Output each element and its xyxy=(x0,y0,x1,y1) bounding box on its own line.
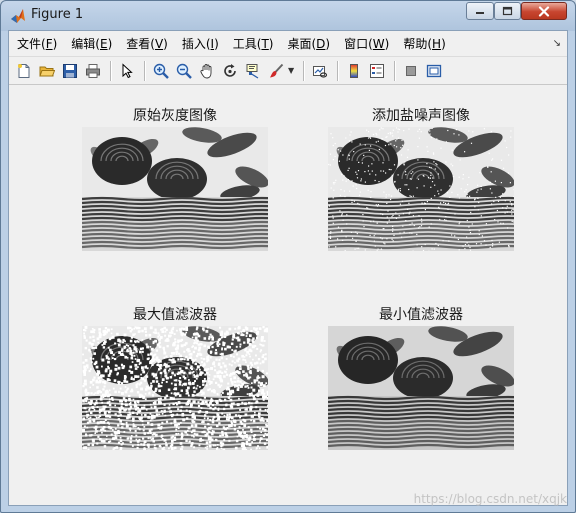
close-button[interactable] xyxy=(521,2,567,20)
menu-help[interactable]: 帮助(H) xyxy=(396,34,452,54)
subplot-image-min-filter[interactable] xyxy=(328,326,514,450)
data-cursor-button[interactable] xyxy=(242,60,264,82)
minimize-icon xyxy=(476,12,484,14)
figure-window: Figure 1 文件(F) 编辑(E) 查看(V) 插入(I) 工具(T) 桌… xyxy=(0,0,576,513)
select-arrow-icon xyxy=(122,62,133,78)
maximize-icon xyxy=(502,6,513,16)
menu-file[interactable]: 文件(F) xyxy=(9,34,64,54)
save-button[interactable] xyxy=(59,60,81,82)
watermark-text: https://blog.csdn.net/xqjk xyxy=(413,492,567,506)
menu-view[interactable]: 查看(V) xyxy=(119,34,175,54)
zoom-in-button[interactable] xyxy=(150,60,172,82)
subplot-image-original[interactable] xyxy=(82,127,268,251)
minimize-button[interactable] xyxy=(466,2,494,20)
close-icon xyxy=(538,5,550,17)
menu-window[interactable]: 窗口(W) xyxy=(337,34,396,54)
zoom-out-button[interactable] xyxy=(173,60,195,82)
save-icon xyxy=(63,63,77,78)
toolbar-separator xyxy=(144,60,145,81)
print-icon xyxy=(86,63,100,78)
subplot-image-max-filter[interactable] xyxy=(82,326,268,450)
colorbar-button[interactable] xyxy=(343,60,365,82)
zoom-out-icon xyxy=(176,63,192,79)
brush-dropdown-icon[interactable]: ▼ xyxy=(288,66,296,75)
show-plot-tools-icon xyxy=(426,64,442,77)
colorbar-icon xyxy=(350,63,358,78)
menu-edit[interactable]: 编辑(E) xyxy=(64,34,119,54)
link-plot-button[interactable] xyxy=(309,60,331,82)
brush-icon xyxy=(270,63,284,77)
print-button[interactable] xyxy=(82,60,104,82)
edit-plot-button[interactable] xyxy=(116,60,138,82)
menu-desktop[interactable]: 桌面(D) xyxy=(280,34,337,54)
hide-plot-tools-icon xyxy=(406,65,416,76)
subplot-image-salt-noise[interactable] xyxy=(328,127,514,251)
subplot-title-original: 原始灰度图像 xyxy=(133,108,217,124)
toolbar-separator xyxy=(110,60,111,81)
dock-arrow-icon[interactable]: ↘ xyxy=(553,38,561,49)
brush-button[interactable] xyxy=(265,60,287,82)
legend-icon xyxy=(370,63,384,78)
toolbar-separator xyxy=(394,60,395,81)
show-plot-tools-button[interactable] xyxy=(423,60,445,82)
zoom-in-icon xyxy=(153,63,169,79)
pan-button[interactable] xyxy=(196,60,218,82)
pan-hand-icon xyxy=(200,63,212,78)
title-bar[interactable]: Figure 1 xyxy=(1,1,575,29)
figure-toolbar: ▼ xyxy=(9,56,567,85)
subplot-title-min-filter: 最小值滤波器 xyxy=(379,307,463,323)
window-title: Figure 1 xyxy=(31,7,84,22)
legend-button[interactable] xyxy=(366,60,388,82)
open-folder-icon xyxy=(39,66,55,76)
subplot-title-max-filter: 最大值滤波器 xyxy=(133,307,217,323)
rotate-3d-icon xyxy=(224,63,236,77)
hide-plot-tools-button[interactable] xyxy=(400,60,422,82)
menu-insert[interactable]: 插入(I) xyxy=(175,34,226,54)
link-plot-icon xyxy=(313,65,328,78)
maximize-button[interactable] xyxy=(494,2,521,20)
matlab-logo-icon xyxy=(11,9,25,23)
open-file-button[interactable] xyxy=(36,60,58,82)
menu-tools[interactable]: 工具(T) xyxy=(226,34,281,54)
menu-bar: 文件(F) 编辑(E) 查看(V) 插入(I) 工具(T) 桌面(D) 窗口(W… xyxy=(9,31,567,56)
data-cursor-icon xyxy=(246,63,259,79)
new-figure-button[interactable] xyxy=(13,60,35,82)
subplot-title-salt-noise: 添加盐噪声图像 xyxy=(372,108,470,124)
new-figure-icon xyxy=(18,63,30,78)
toolbar-separator xyxy=(337,60,338,81)
rotate-3d-button[interactable] xyxy=(219,60,241,82)
toolbar-separator xyxy=(303,60,304,81)
